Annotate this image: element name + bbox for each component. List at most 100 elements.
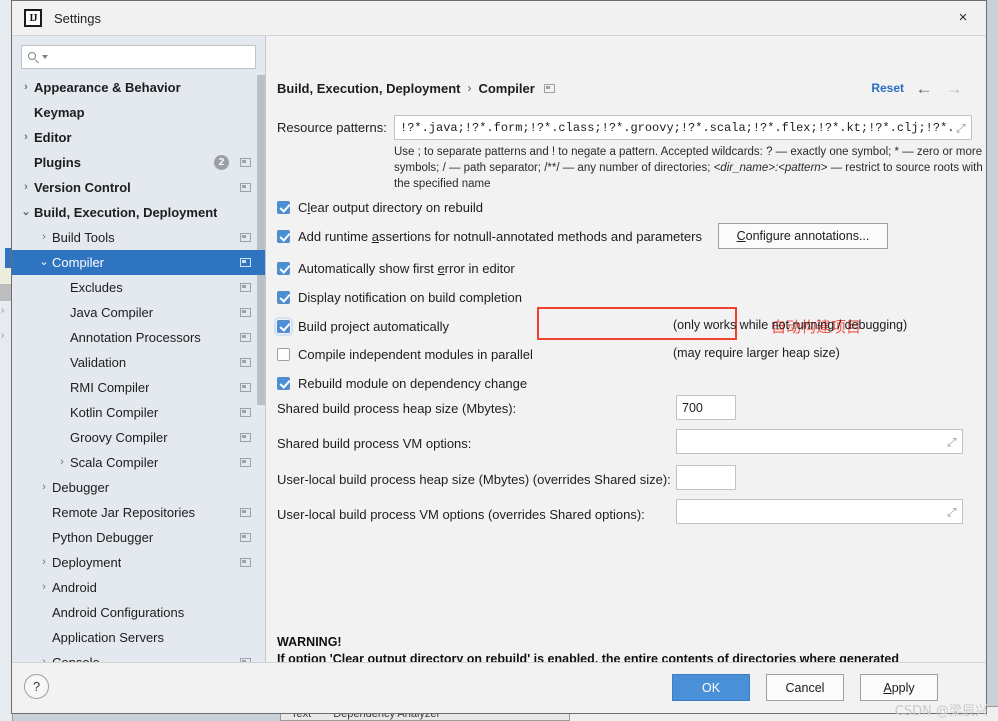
background-chevron-icon-1: › [1,305,5,316]
sidebar-item-keymap[interactable]: ›Keymap [12,100,265,125]
chevron-right-icon[interactable]: › [54,457,70,468]
expand-icon[interactable]: ⤡ [954,121,966,135]
checkbox-icon[interactable] [277,229,290,243]
background-chevron-icon-2: › [1,330,5,341]
chevron-right-icon[interactable]: › [36,557,52,568]
resource-patterns-input[interactable]: !?*.java;!?*.form;!?*.class;!?*.groovy;!… [394,115,972,140]
shared-vm-input[interactable]: ⤡ [676,429,963,454]
checkbox-icon[interactable] [277,347,290,361]
dialog-title: Settings [54,10,101,26]
search-dropdown-caret-icon[interactable] [42,55,48,59]
local-vm-input[interactable]: ⤡ [676,499,963,524]
sidebar-item-label: Keymap [34,105,85,120]
checkbox-rebuild-module-on-dependency-change[interactable]: Rebuild module on dependency change [277,374,527,392]
settings-content-panel: Build, Execution, Deployment › Compiler … [266,36,986,662]
project-scope-icon [240,258,251,267]
breadcrumb: Build, Execution, Deployment › Compiler … [277,78,976,98]
checkbox-clear-output-directory[interactable]: Clear output directory on rebuild [277,198,483,216]
warning-line-2: If option 'Clear output directory on reb… [277,652,900,662]
checkbox-icon[interactable] [277,290,290,304]
configure-annotations-label: Configure annotations... [736,229,870,243]
settings-dialog: IJ Settings × › Appearance & Behavior Ke… [11,0,987,714]
sidebar-item-groovy-compiler[interactable]: ›Groovy Compiler [12,425,265,450]
checkbox-label: Clear output directory on rebuild [298,199,483,215]
warning-message: WARNING! If option 'Clear output directo… [277,634,957,662]
sidebar-item-label: Groovy Compiler [70,430,168,445]
expand-icon[interactable]: ⤡ [945,505,957,519]
checkbox-show-first-error[interactable]: Automatically show first error in editor [277,259,515,277]
sidebar-item-excludes[interactable]: ›Excludes [12,275,265,300]
dialog-titlebar: IJ Settings × [12,1,986,36]
sidebar-item-android-configurations[interactable]: ›Android Configurations [12,600,265,625]
checkbox-add-runtime-assertions[interactable]: Add runtime assertions for notnull-annot… [277,227,702,245]
breadcrumb-leaf[interactable]: Compiler [478,81,534,96]
checkbox-build-project-automatically[interactable]: Build project automatically [274,316,450,336]
apply-button[interactable]: Apply [860,674,938,701]
chevron-right-icon[interactable]: › [36,582,52,593]
background-gray-strip [0,284,11,301]
back-arrow-icon[interactable]: ← [914,80,934,97]
shared-vm-label: Shared build process VM options: [277,436,472,451]
checkbox-compile-independent-modules[interactable]: Compile independent modules in parallel [277,345,533,363]
sidebar-item-java-compiler[interactable]: ›Java Compiler [12,300,265,325]
local-heap-input[interactable] [676,465,736,490]
sidebar-item-python-debugger[interactable]: ›Python Debugger [12,525,265,550]
sidebar-item-compiler[interactable]: ⌄ Compiler [12,250,265,275]
checkbox-label: Build project automatically [298,318,450,334]
sidebar-item-appearance-behavior[interactable]: › Appearance & Behavior [12,75,265,100]
sidebar-item-editor[interactable]: › Editor [12,125,265,150]
sidebar-item-label: Annotation Processors [70,330,201,345]
sidebar-item-plugins[interactable]: ›Plugins2 [12,150,265,175]
checkbox-icon[interactable] [274,316,293,336]
sidebar-item-rmi-compiler[interactable]: ›RMI Compiler [12,375,265,400]
sidebar-item-application-servers[interactable]: ›Application Servers [12,625,265,650]
sidebar-item-version-control[interactable]: › Version Control [12,175,265,200]
search-input[interactable] [52,50,249,64]
chevron-right-icon[interactable]: › [18,182,34,193]
cancel-button[interactable]: Cancel [766,674,844,701]
sidebar-item-label: Validation [70,355,127,370]
configure-annotations-button[interactable]: Configure annotations... [718,223,888,249]
chevron-right-icon[interactable]: › [36,232,52,243]
sidebar-item-label: Deployment [52,555,122,570]
breadcrumb-root[interactable]: Build, Execution, Deployment [277,81,460,96]
warning-title: WARNING! [277,635,342,649]
shared-heap-input[interactable]: 700 [676,395,736,420]
ok-button[interactable]: OK [672,674,750,701]
chevron-right-icon[interactable]: › [36,482,52,493]
reset-link[interactable]: Reset [871,81,904,95]
checkbox-icon[interactable] [277,261,290,275]
sidebar-item-label: Python Debugger [52,530,154,545]
sidebar-item-validation[interactable]: ›Validation [12,350,265,375]
help-icon[interactable]: ? [24,674,49,699]
sidebar-item-annotation-processors[interactable]: ›Annotation Processors [12,325,265,350]
sidebar-item-deployment[interactable]: › Deployment [12,550,265,575]
chevron-down-icon[interactable]: ⌄ [18,207,34,218]
checkbox-label: Add runtime assertions for notnull-annot… [298,228,702,244]
sidebar-item-scala-compiler[interactable]: › Scala Compiler [12,450,265,475]
chevron-down-icon[interactable]: ⌄ [36,257,52,268]
sidebar-item-count-badge: 2 [214,155,229,170]
checkbox-icon[interactable] [277,376,290,390]
checkbox-icon[interactable] [277,200,290,214]
sidebar-item-build-tools[interactable]: › Build Tools [12,225,265,250]
sidebar-item-label: Android [52,580,97,595]
sidebar-item-label: Debugger [52,480,110,495]
watermark: CSDN @梁辰兴 [894,704,988,719]
sidebar-item-remote-jar-repositories[interactable]: ›Remote Jar Repositories [12,500,265,525]
sidebar-item-android[interactable]: › Android [12,575,265,600]
close-icon[interactable]: × [940,1,986,34]
project-scope-icon [240,558,251,567]
chevron-right-icon[interactable]: › [18,82,34,93]
shared-heap-label: Shared build process heap size (Mbytes): [277,401,517,416]
sidebar-item-kotlin-compiler[interactable]: ›Kotlin Compiler [12,400,265,425]
checkbox-display-notification[interactable]: Display notification on build completion [277,288,522,306]
search-box[interactable] [21,45,256,69]
sidebar-item-debugger[interactable]: › Debugger [12,475,265,500]
chevron-right-icon[interactable]: › [18,132,34,143]
sidebar-item-console[interactable]: ›Console [12,650,265,662]
note-auto-build: (only works while not running / debuggin… [673,318,908,332]
expand-icon[interactable]: ⤡ [945,435,957,449]
sidebar-item-build-execution-deployment[interactable]: ⌄ Build, Execution, Deployment [12,200,265,225]
settings-tree[interactable]: ›Appearance & Behavior›Keymap›Editor›Plu… [12,75,265,662]
